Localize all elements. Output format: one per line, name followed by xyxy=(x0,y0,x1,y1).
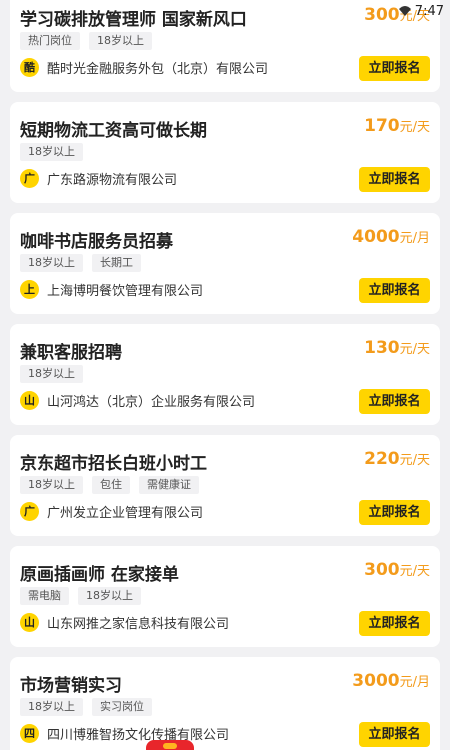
apply-button[interactable]: 立即报名 xyxy=(359,722,430,747)
company-name: 上海博明餐饮管理有限公司 xyxy=(47,284,204,299)
job-card[interactable]: 京东超市招长白班小时工 220元/天 18岁以上 包住 需健康证 广 广州发立企业管… xyxy=(10,435,440,536)
company-name: 山河鸿达（北京）企业服务有限公司 xyxy=(47,395,256,410)
company-logo-icon: 上 xyxy=(20,280,39,299)
apply-button[interactable]: 立即报名 xyxy=(359,167,430,192)
company-logo-icon: 山 xyxy=(20,613,39,632)
job-tag: 需健康证 xyxy=(139,476,199,494)
apply-button[interactable]: 立即报名 xyxy=(359,611,430,636)
job-tag: 包住 xyxy=(92,476,130,494)
job-card[interactable]: 原画插画师 在家接单 300元/天 需电脑 18岁以上 山 山东网推之家信息科技有… xyxy=(10,546,440,647)
apply-button[interactable]: 立即报名 xyxy=(359,389,430,414)
company-row: 四 四川博雅智扬文化传播有限公司 xyxy=(20,724,229,743)
company-name: 广东路源物流有限公司 xyxy=(47,173,178,188)
floating-red-envelope-button[interactable] xyxy=(146,740,194,750)
job-salary: 3000元/月 xyxy=(352,671,430,691)
job-salary: 170元/天 xyxy=(364,116,430,136)
job-tags: 18岁以上 长期工 xyxy=(20,254,141,272)
company-logo-icon: 广 xyxy=(20,502,39,521)
job-tags: 18岁以上 实习岗位 xyxy=(20,698,152,716)
salary-unit: 元/天 xyxy=(399,120,430,135)
salary-amount: 300 xyxy=(364,560,400,580)
job-tag: 18岁以上 xyxy=(78,587,141,605)
company-logo-icon: 酷 xyxy=(20,58,39,77)
job-card[interactable]: 短期物流工资高可做长期 170元/天 18岁以上 广 广东路源物流有限公司 立即… xyxy=(10,102,440,203)
job-title: 学习碳排放管理师 国家新风口 xyxy=(20,10,247,30)
job-tag: 18岁以上 xyxy=(89,32,152,50)
job-card[interactable]: 学习碳排放管理师 国家新风口 300元/天 热门岗位 18岁以上 酷 酷时光金融服… xyxy=(10,0,440,92)
status-time: 7:47 xyxy=(414,3,444,19)
job-tag: 实习岗位 xyxy=(92,698,152,716)
company-name: 酷时光金融服务外包（北京）有限公司 xyxy=(47,62,269,77)
job-title: 兼职客服招聘 xyxy=(20,343,122,363)
salary-amount: 4000 xyxy=(352,227,400,247)
company-name: 广州发立企业管理有限公司 xyxy=(47,506,204,521)
company-row: 山 山河鸿达（北京）企业服务有限公司 xyxy=(20,391,255,410)
job-salary: 220元/天 xyxy=(364,449,430,469)
company-name: 四川博雅智扬文化传播有限公司 xyxy=(47,728,230,743)
salary-amount: 170 xyxy=(364,116,400,136)
job-tags: 18岁以上 包住 需健康证 xyxy=(20,476,199,494)
job-title: 咖啡书店服务员招募 xyxy=(20,232,173,252)
job-card[interactable]: 市场营销实习 3000元/月 18岁以上 实习岗位 四 四川博雅智扬文化传播有限公… xyxy=(10,657,440,750)
job-tag: 需电脑 xyxy=(20,587,69,605)
job-title: 京东超市招长白班小时工 xyxy=(20,454,207,474)
apply-button[interactable]: 立即报名 xyxy=(359,278,430,303)
company-row: 山 山东网推之家信息科技有限公司 xyxy=(20,613,229,632)
job-list: 学习碳排放管理师 国家新风口 300元/天 热门岗位 18岁以上 酷 酷时光金融服… xyxy=(0,0,450,750)
company-row: 酷 酷时光金融服务外包（北京）有限公司 xyxy=(20,58,268,77)
salary-unit: 元/月 xyxy=(399,675,430,690)
job-card[interactable]: 咖啡书店服务员招募 4000元/月 18岁以上 长期工 上 上海博明餐饮管理有限公… xyxy=(10,213,440,314)
company-row: 上 上海博明餐饮管理有限公司 xyxy=(20,280,203,299)
job-title: 原画插画师 在家接单 xyxy=(20,565,179,585)
job-title: 市场营销实习 xyxy=(20,676,122,696)
job-salary: 300元/天 xyxy=(364,560,430,580)
job-salary: 130元/天 xyxy=(364,338,430,358)
company-logo-icon: 广 xyxy=(20,169,39,188)
wifi-icon xyxy=(398,6,411,16)
apply-button[interactable]: 立即报名 xyxy=(359,500,430,525)
company-name: 山东网推之家信息科技有限公司 xyxy=(47,617,230,632)
company-row: 广 广州发立企业管理有限公司 xyxy=(20,502,203,521)
job-tag: 18岁以上 xyxy=(20,698,83,716)
salary-amount: 220 xyxy=(364,449,400,469)
job-tag: 18岁以上 xyxy=(20,254,83,272)
company-row: 广 广东路源物流有限公司 xyxy=(20,169,177,188)
job-card[interactable]: 兼职客服招聘 130元/天 18岁以上 山 山河鸿达（北京）企业服务有限公司 立… xyxy=(10,324,440,425)
company-logo-icon: 山 xyxy=(20,391,39,410)
company-logo-icon: 四 xyxy=(20,724,39,743)
job-tag: 18岁以上 xyxy=(20,365,83,383)
job-tag: 18岁以上 xyxy=(20,476,83,494)
apply-button[interactable]: 立即报名 xyxy=(359,56,430,81)
salary-unit: 元/天 xyxy=(399,342,430,357)
status-bar: 7:47 xyxy=(398,0,444,22)
coin-icon xyxy=(163,743,177,749)
salary-amount: 300 xyxy=(364,5,400,25)
job-tag: 热门岗位 xyxy=(20,32,80,50)
job-tag: 18岁以上 xyxy=(20,143,83,161)
job-salary: 4000元/月 xyxy=(352,227,430,247)
salary-amount: 3000 xyxy=(352,671,400,691)
job-tags: 需电脑 18岁以上 xyxy=(20,587,141,605)
job-title: 短期物流工资高可做长期 xyxy=(20,121,207,141)
job-tags: 18岁以上 xyxy=(20,365,83,383)
salary-unit: 元/月 xyxy=(399,231,430,246)
job-tags: 18岁以上 xyxy=(20,143,83,161)
salary-unit: 元/天 xyxy=(399,453,430,468)
job-tags: 热门岗位 18岁以上 xyxy=(20,32,152,50)
salary-amount: 130 xyxy=(364,338,400,358)
job-tag: 长期工 xyxy=(92,254,141,272)
salary-unit: 元/天 xyxy=(399,564,430,579)
